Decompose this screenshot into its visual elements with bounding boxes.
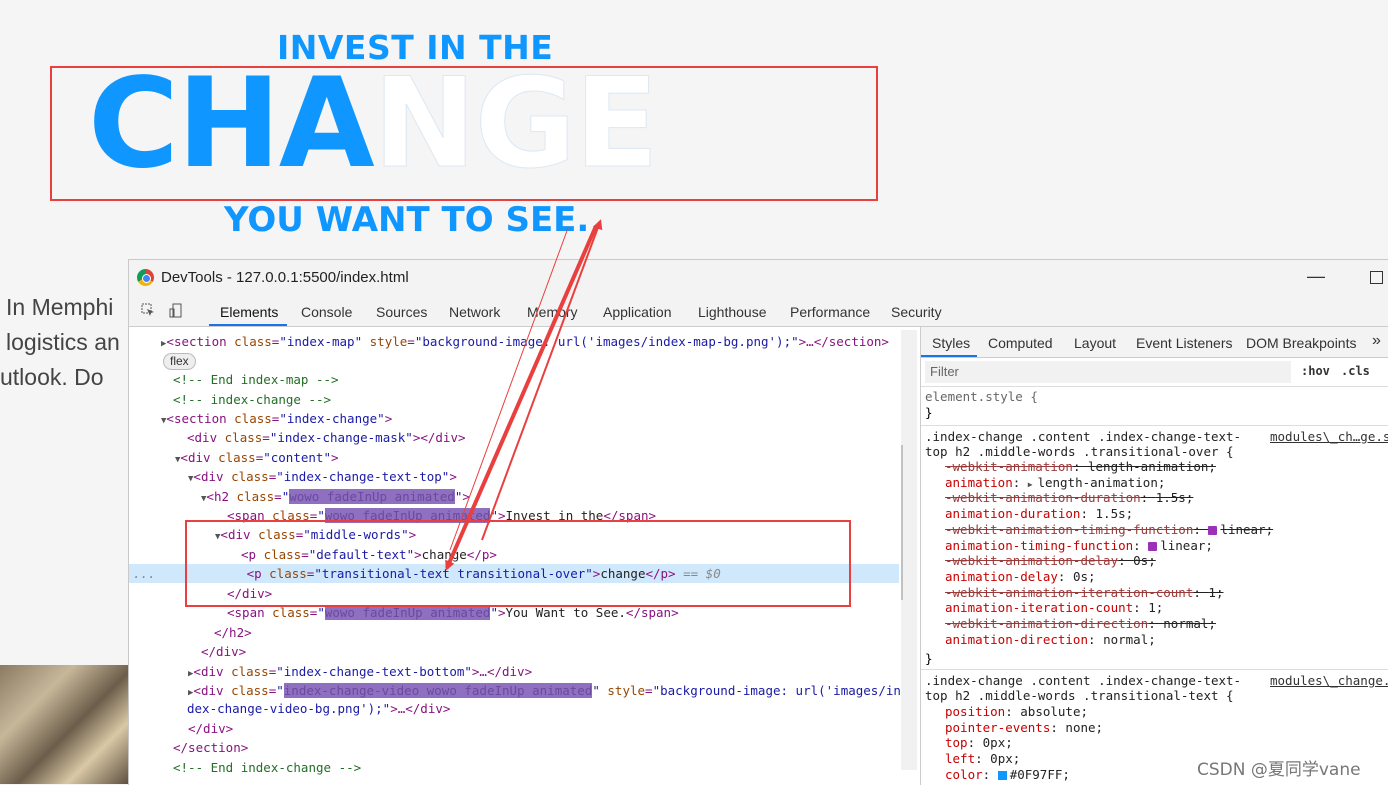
annotation-arrows [445,219,603,571]
annotation-arrow-thin [449,227,569,551]
annotation-arrow-down [445,225,598,571]
watermark: CSDN @夏同学vane [1197,760,1361,780]
annotation-arrow-up [481,219,603,541]
